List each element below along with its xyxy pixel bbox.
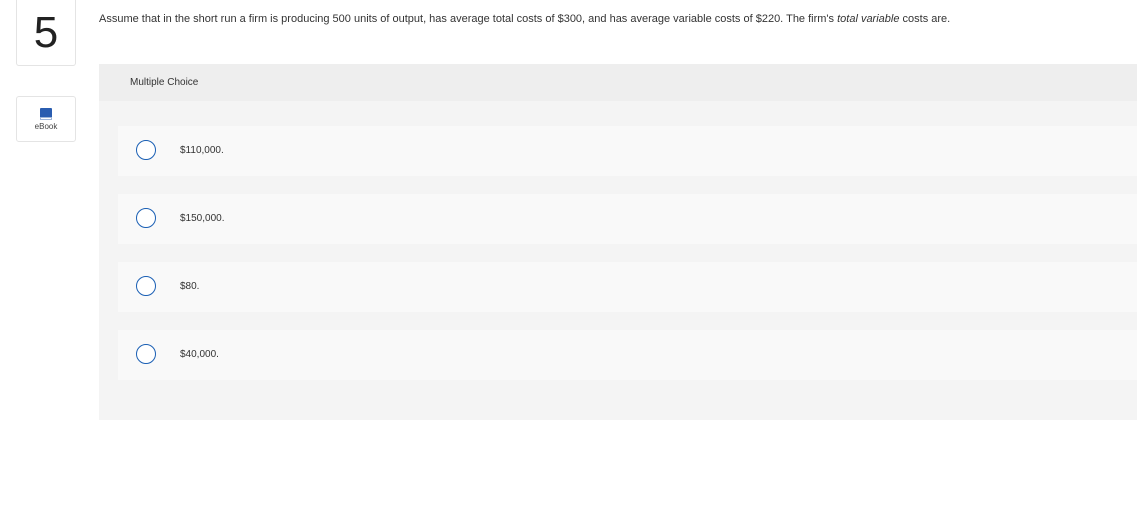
answer-option-4[interactable]: $40,000. [118,330,1137,380]
option-label: $40,000. [180,349,219,360]
question-text: Assume that in the short run a firm is p… [99,12,1119,26]
option-label: $150,000. [180,213,225,224]
option-label: $110,000. [180,145,224,156]
question-text-emphasis: total variable [837,13,900,25]
radio-button[interactable] [136,208,156,228]
question-number: 5 [16,0,76,66]
radio-button[interactable] [136,344,156,364]
multiple-choice-panel: Multiple Choice $110,000. $150,000. $80.… [99,64,1137,420]
answer-option-1[interactable]: $110,000. [118,126,1137,176]
answer-option-3[interactable]: $80. [118,262,1137,312]
ebook-label: eBook [34,122,58,131]
question-text-before: Assume that in the short run a firm is p… [99,13,838,25]
multiple-choice-header: Multiple Choice [99,64,1137,101]
radio-button[interactable] [136,140,156,160]
multiple-choice-title: Multiple Choice [130,77,199,88]
ebook-button[interactable]: eBook [16,96,76,142]
radio-button[interactable] [136,276,156,296]
option-label: $80. [180,281,200,292]
book-icon [40,108,52,120]
answer-option-2[interactable]: $150,000. [118,194,1137,244]
question-text-after: costs are. [899,13,951,25]
